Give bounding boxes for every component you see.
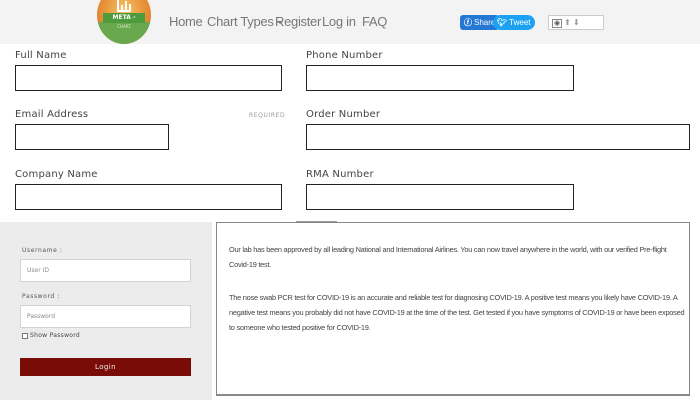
site-logo[interactable]: META - CHART [97, 0, 151, 44]
reddit-icon: ◉ [552, 19, 563, 28]
logo-chart-icon [117, 0, 131, 12]
show-password-checkbox[interactable] [22, 333, 28, 339]
downvote-icon[interactable]: ⬇ [573, 18, 580, 27]
username-input[interactable]: User ID [20, 259, 191, 282]
twitter-bird-icon: 🐦︎ [497, 18, 508, 27]
order-number-label: Order Number [306, 109, 381, 120]
full-name-label: Full Name [15, 50, 67, 61]
tweet-label: Tweet [509, 18, 531, 27]
login-button[interactable]: Login [20, 358, 191, 376]
nav-faq[interactable]: FAQ [362, 14, 387, 29]
info-paragraph-2: The nose swab PCR test for COVID-19 is a… [229, 293, 685, 332]
logo-subtext: CHART [117, 24, 131, 29]
info-paragraph-1: Our lab has been approved by all leading… [229, 245, 667, 269]
facebook-icon: ⓕ [464, 18, 472, 27]
username-label: Username : [22, 247, 63, 254]
show-password-label: Show Password [30, 332, 81, 339]
password-input[interactable]: Password [20, 305, 191, 328]
info-panel: Our lab has been approved by all leading… [216, 222, 690, 396]
email-address-label: Email Address [15, 109, 89, 120]
phone-number-field[interactable] [306, 65, 574, 91]
rma-number-field[interactable] [306, 184, 574, 210]
company-name-label: Company Name [15, 169, 98, 180]
order-number-field[interactable] [306, 124, 690, 150]
logo-text: META - [103, 13, 145, 23]
upvote-icon[interactable]: ⬆ [564, 18, 571, 27]
phone-number-label: Phone Number [306, 50, 383, 61]
password-label: Password : [22, 293, 60, 300]
email-address-field[interactable] [15, 124, 169, 150]
nav-register[interactable]: Register [275, 14, 321, 29]
vote-widget[interactable]: ◉ ⬆ ⬇ [548, 15, 604, 30]
required-label: REQUIRED [249, 112, 286, 119]
rma-number-label: RMA Number [306, 169, 374, 180]
full-name-field[interactable] [15, 65, 282, 91]
top-navbar: META - CHART Home Chart Types Register L… [0, 0, 700, 44]
company-name-field[interactable] [15, 184, 282, 210]
nav-login[interactable]: Log in [322, 14, 356, 29]
nav-chart-types[interactable]: Chart Types [207, 14, 283, 29]
nav-chart-types-label: Chart Types [207, 14, 274, 29]
nav-home[interactable]: Home [169, 14, 203, 29]
tweet-button[interactable]: 🐦︎ Tweet [493, 15, 535, 30]
